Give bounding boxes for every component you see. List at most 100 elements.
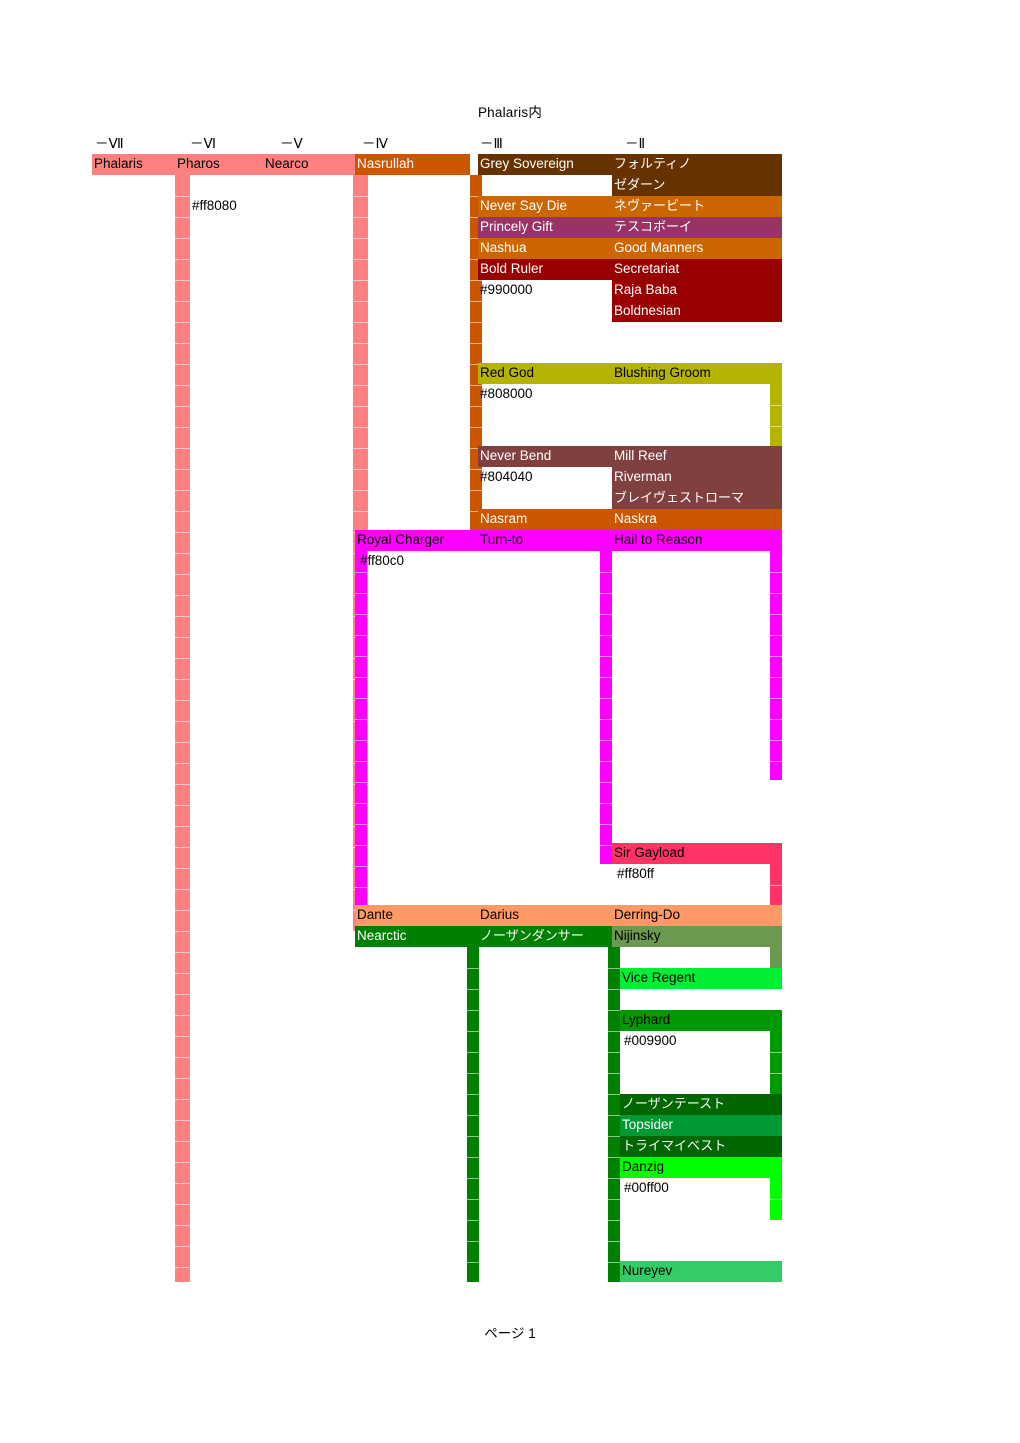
pedigree-cell-fortino: フォルティノ [612,154,782,175]
pedigree-cell-northern-dancer: ノーザンダンサー [478,926,612,947]
pedigree-cell-vice-regent: Vice Regent [620,968,782,989]
row-tick [175,826,190,827]
row-tick [470,343,482,344]
row-tick [600,740,612,741]
row-tick [175,574,190,575]
row-tick [175,931,190,932]
turn-to-vbar [600,551,612,864]
row-tick [600,635,612,636]
pedigree-cell-dante: Dante [355,905,478,926]
row-tick [770,698,782,699]
pedigree-cell-royal-charger-colorcode: #ff80c0 [360,553,405,568]
row-tick [467,1241,479,1242]
row-tick [175,658,190,659]
pedigree-cell-sir-gayload-colorcode: #ff80ff [617,866,655,881]
page-footer: ページ 1 [484,1326,536,1341]
pedigree-cell-pharos: Pharos [175,154,263,175]
row-tick [175,742,190,743]
row-tick [770,719,782,720]
lyphard-vbar [770,1031,782,1094]
row-tick [353,322,368,323]
pedigree-cell-nearctic: Nearctic [355,926,478,947]
pedigree-cell-bold-ruler: Bold Ruler [478,259,612,280]
row-tick [600,614,612,615]
row-tick [467,1010,479,1011]
row-tick [600,719,612,720]
generation-header-2: －Ⅵ [190,136,216,151]
pedigree-cell-never-bend: Never Bend [478,446,612,467]
row-tick [175,1099,190,1100]
row-tick [175,805,190,806]
row-tick [600,824,612,825]
pedigree-cell-lyphard: Lyphard [620,1010,782,1031]
row-tick [175,259,190,260]
row-tick [355,887,367,888]
pedigree-chart-page: Phalaris内 －Ⅶ －Ⅵ －Ⅴ －Ⅳ －Ⅲ －Ⅱ Phalaris Pharos Nea… [0,0,1020,1443]
row-tick [355,845,367,846]
pedigree-cell-royal-charger: Royal Charger [355,530,478,551]
row-tick [467,1262,479,1263]
row-tick [770,740,782,741]
row-tick [770,614,782,615]
row-tick [353,406,368,407]
row-tick [470,406,482,407]
pedigree-cell-pharos-colorcode: #ff8080 [192,198,237,213]
row-tick [470,490,482,491]
generation-header-4: －Ⅳ [362,136,388,151]
row-tick [470,427,482,428]
row-tick [355,614,367,615]
pedigree-cell-nasram: Nasram [478,509,612,530]
row-tick [353,511,368,512]
row-tick [355,656,367,657]
row-tick [608,1115,620,1116]
row-tick [608,1010,620,1011]
row-tick [470,322,482,323]
row-tick [355,803,367,804]
row-tick [353,238,368,239]
pedigree-cell-red-god-colorcode: #808000 [480,386,533,401]
royal-charger-vbar [355,551,367,905]
row-tick [770,593,782,594]
pedigree-cell-danzig: Danzig [620,1157,782,1178]
row-tick [175,1204,190,1205]
sir-gayload-vbar [770,864,782,905]
row-tick [175,196,190,197]
row-tick [355,761,367,762]
pedigree-cell-nasrullah: Nasrullah [355,154,470,175]
generation-header-1: －Ⅶ [95,136,124,151]
row-tick [355,572,367,573]
row-tick [355,593,367,594]
row-tick [353,469,368,470]
row-tick [770,1073,782,1074]
row-tick [770,677,782,678]
row-tick [467,1178,479,1179]
pedigree-cell-boldnesian: Boldnesian [612,301,782,322]
row-tick [175,700,190,701]
row-tick [608,1241,620,1242]
row-tick [353,343,368,344]
row-tick [467,1094,479,1095]
pedigree-cell-tesco-boy: テスコボーイ [612,217,782,238]
row-tick [600,572,612,573]
row-tick [355,719,367,720]
row-tick [175,280,190,281]
row-tick [175,448,190,449]
row-tick [175,406,190,407]
row-tick [175,490,190,491]
row-tick [175,511,190,512]
row-tick [175,427,190,428]
generation-header-3: －Ⅴ [280,136,303,151]
row-tick [175,1015,190,1016]
row-tick [353,448,368,449]
row-tick [770,761,782,762]
row-tick [600,593,612,594]
row-tick [175,532,190,533]
row-tick [175,784,190,785]
pedigree-cell-darius: Darius [478,905,612,926]
row-tick [467,989,479,990]
pedigree-cell-lyphard-colorcode: #009900 [624,1033,677,1048]
row-tick [770,656,782,657]
row-tick [470,301,482,302]
page-title: Phalaris内 [477,105,543,120]
row-tick [770,405,782,406]
